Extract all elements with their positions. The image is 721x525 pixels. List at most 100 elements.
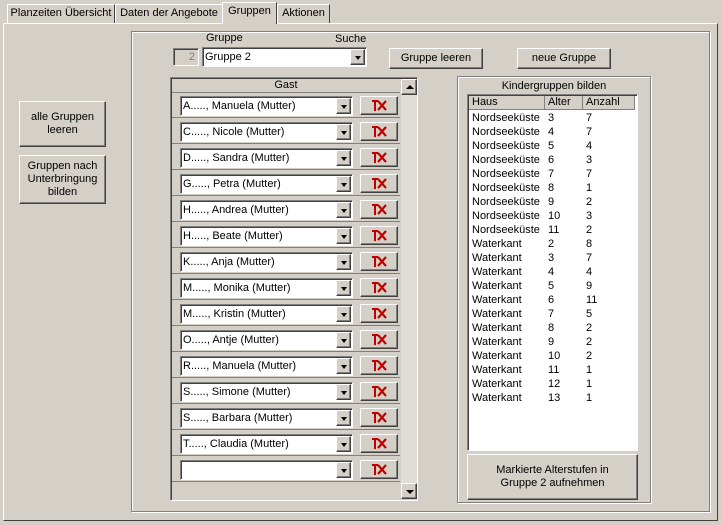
kindergruppen-row[interactable]: Waterkant 8 2 [469, 321, 635, 335]
groups-by-accommodation-button[interactable]: Gruppen nach Unterbringung bilden [19, 155, 106, 204]
column-anzahl[interactable]: Anzahl [583, 96, 635, 110]
kindergruppen-row[interactable]: Nordseeküste 6 3 [469, 153, 635, 167]
chevron-down-icon[interactable] [336, 436, 351, 452]
remove-guest-button[interactable] [360, 304, 398, 323]
kindergruppen-row[interactable]: Nordseeküste 5 4 [469, 139, 635, 153]
chevron-down-icon[interactable] [336, 228, 351, 244]
clear-all-groups-button[interactable]: alle Gruppen leeren [19, 101, 106, 147]
remove-guest-button[interactable] [360, 252, 398, 271]
kindergruppen-row[interactable]: Waterkant 3 7 [469, 251, 635, 265]
new-group-button[interactable]: neue Gruppe [517, 48, 611, 69]
remove-guest-icon [372, 334, 387, 345]
scroll-up-icon[interactable] [401, 79, 417, 95]
kindergruppen-row[interactable]: Waterkant 13 1 [469, 391, 635, 405]
kindergruppen-row[interactable]: Waterkant 12 1 [469, 377, 635, 391]
tab-daten-angebote[interactable]: Daten der Angebote [115, 4, 223, 23]
cell-haus: Nordseeküste [472, 112, 540, 124]
chevron-down-icon[interactable] [336, 150, 351, 166]
guest-select[interactable]: H....., Andrea (Mutter) [180, 200, 353, 220]
remove-guest-button[interactable] [360, 460, 398, 479]
guest-select[interactable]: S....., Barbara (Mutter) [180, 408, 353, 428]
chevron-down-icon[interactable] [336, 410, 351, 426]
kindergruppen-row[interactable]: Waterkant 5 9 [469, 279, 635, 293]
remove-guest-button[interactable] [360, 174, 398, 193]
column-alter[interactable]: Alter [545, 96, 583, 110]
remove-guest-icon [372, 204, 387, 215]
guest-select[interactable]: T....., Claudia (Mutter) [180, 434, 353, 454]
kindergruppen-row[interactable]: Waterkant 11 1 [469, 363, 635, 377]
kindergruppen-list[interactable]: Haus Alter Anzahl Nordseeküste 3 7 Nordseek… [467, 94, 638, 451]
guest-select[interactable]: R....., Manuela (Mutter) [180, 356, 353, 376]
kindergruppen-row[interactable]: Waterkant 9 2 [469, 335, 635, 349]
remove-guest-button[interactable] [360, 226, 398, 245]
guest-select[interactable]: K....., Anja (Mutter) [180, 252, 353, 272]
chevron-down-icon[interactable] [336, 384, 351, 400]
tab-gruppen[interactable]: Gruppen [222, 2, 277, 24]
guest-list: Gast A....., Manuela (Mutter) C....., Nic… [170, 77, 418, 501]
remove-guest-icon [372, 100, 387, 111]
guest-select[interactable]: S....., Simone (Mutter) [180, 382, 353, 402]
remove-guest-button[interactable] [360, 148, 398, 167]
add-age-groups-button[interactable]: Markierte Alterstufen in Gruppe 2 aufneh… [467, 454, 638, 500]
guest-select[interactable]: D....., Sandra (Mutter) [180, 148, 353, 168]
remove-guest-button[interactable] [360, 330, 398, 349]
column-haus[interactable]: Haus [469, 96, 545, 110]
tab-aktionen[interactable]: Aktionen [277, 4, 330, 23]
chevron-down-icon[interactable] [336, 124, 351, 140]
kindergruppen-row[interactable]: Nordseeküste 4 7 [469, 125, 635, 139]
remove-guest-button[interactable] [360, 356, 398, 375]
tab-planzeiten[interactable]: Planzeiten Übersicht [7, 4, 115, 23]
chevron-down-icon[interactable] [336, 254, 351, 270]
guest-select[interactable]: C....., Nicole (Mutter) [180, 122, 353, 142]
cell-anzahl: 4 [586, 140, 593, 152]
kindergruppen-row[interactable]: Waterkant 4 4 [469, 265, 635, 279]
remove-guest-button[interactable] [360, 434, 398, 453]
chevron-down-icon[interactable] [350, 49, 365, 65]
kindergruppen-row[interactable]: Waterkant 6 11 [469, 293, 635, 307]
group-select[interactable]: Gruppe 2 [202, 47, 367, 67]
tab-label: Aktionen [282, 7, 325, 19]
guest-row: S....., Simone (Mutter) [172, 379, 400, 404]
chevron-down-icon[interactable] [336, 202, 351, 218]
kindergruppen-row[interactable]: Waterkant 10 2 [469, 349, 635, 363]
kindergruppen-row[interactable]: Waterkant 2 8 [469, 237, 635, 251]
kindergruppen-row[interactable]: Nordseeküste 11 2 [469, 223, 635, 237]
kindergruppen-row[interactable]: Nordseeküste 8 1 [469, 181, 635, 195]
guest-select[interactable]: A....., Manuela (Mutter) [180, 96, 353, 116]
kindergruppen-row[interactable]: Nordseeküste 3 7 [469, 111, 635, 125]
guest-select[interactable]: M....., Kristin (Mutter) [180, 304, 353, 324]
chevron-down-icon[interactable] [336, 358, 351, 374]
guest-select[interactable]: M....., Monika (Mutter) [180, 278, 353, 298]
scroll-down-icon[interactable] [401, 483, 417, 499]
guest-scrollbar[interactable] [401, 79, 417, 499]
chevron-down-icon[interactable] [336, 332, 351, 348]
remove-guest-button[interactable] [360, 96, 398, 115]
remove-guest-button[interactable] [360, 382, 398, 401]
group-label: Gruppe [206, 32, 243, 44]
chevron-down-icon[interactable] [336, 176, 351, 192]
remove-guest-button[interactable] [360, 200, 398, 219]
kindergruppen-row[interactable]: Waterkant 7 5 [469, 307, 635, 321]
cell-anzahl: 2 [586, 224, 593, 236]
clear-group-button[interactable]: Gruppe leeren [389, 48, 483, 69]
guest-select[interactable]: G....., Petra (Mutter) [180, 174, 353, 194]
guest-select[interactable] [180, 460, 353, 480]
chevron-down-icon[interactable] [336, 306, 351, 322]
cell-anzahl: 7 [586, 112, 593, 124]
chevron-down-icon[interactable] [336, 98, 351, 114]
search-label: Suche [335, 33, 367, 45]
remove-guest-icon [372, 464, 387, 475]
cell-alter: 3 [548, 112, 555, 124]
guest-select[interactable]: H....., Beate (Mutter) [180, 226, 353, 246]
guest-select[interactable]: O....., Antje (Mutter) [180, 330, 353, 350]
remove-guest-button[interactable] [360, 408, 398, 427]
chevron-down-icon[interactable] [336, 462, 351, 478]
guest-row: T....., Claudia (Mutter) [172, 431, 400, 456]
remove-guest-button[interactable] [360, 278, 398, 297]
kindergruppen-row[interactable]: Nordseeküste 10 3 [469, 209, 635, 223]
chevron-down-icon[interactable] [336, 280, 351, 296]
remove-guest-button[interactable] [360, 122, 398, 141]
cell-anzahl: 11 [586, 294, 598, 306]
kindergruppen-row[interactable]: Nordseeküste 9 2 [469, 195, 635, 209]
kindergruppen-row[interactable]: Nordseeküste 7 7 [469, 167, 635, 181]
